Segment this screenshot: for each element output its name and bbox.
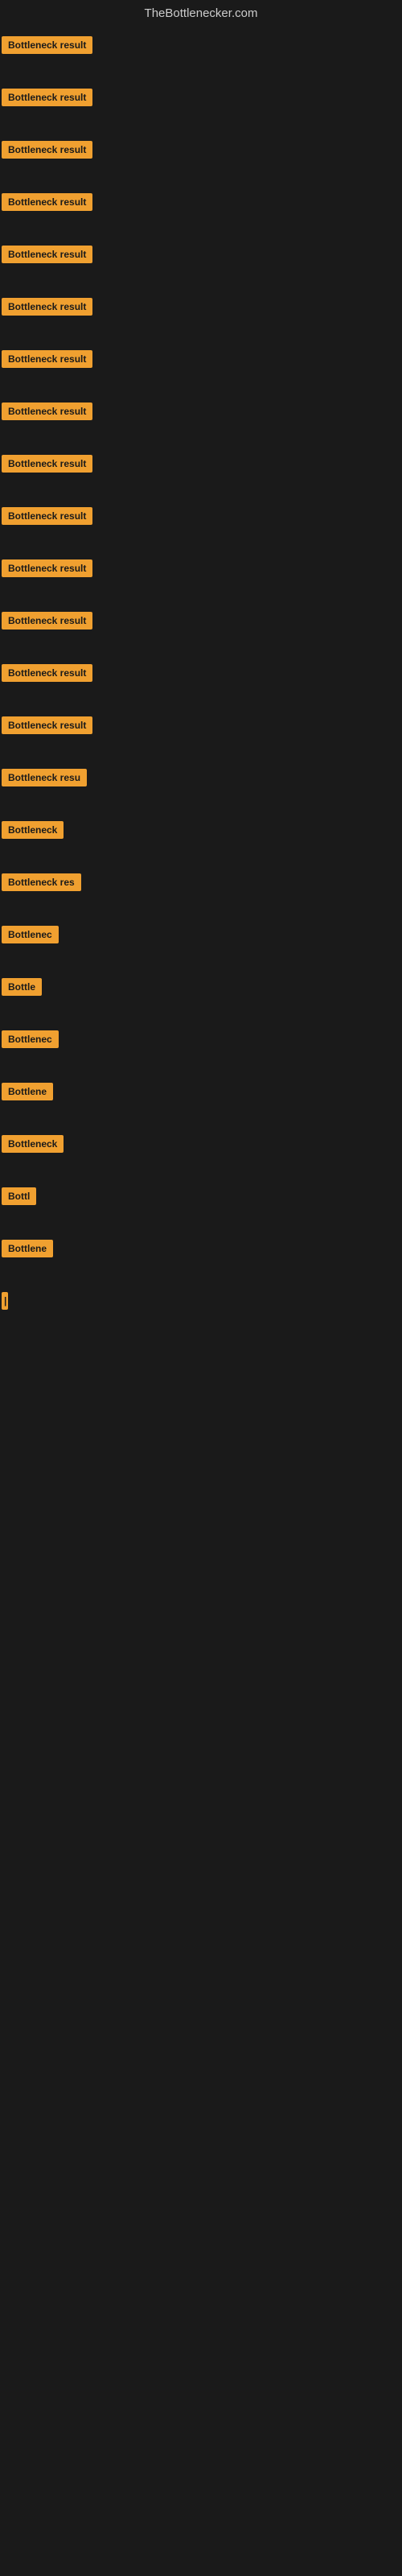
bottleneck-badge[interactable]: Bottleneck: [2, 1135, 64, 1153]
bottleneck-badge[interactable]: Bottleneck result: [2, 89, 92, 106]
bottleneck-item: Bottleneck: [2, 1129, 400, 1181]
bottleneck-item: Bottleneck result: [2, 239, 400, 291]
bottleneck-item: Bottleneck res: [2, 867, 400, 919]
bottleneck-badge[interactable]: Bottleneck result: [2, 455, 92, 473]
bottleneck-item: Bottleneck result: [2, 501, 400, 553]
bottleneck-badge[interactable]: Bottle: [2, 978, 42, 996]
bottleneck-badge[interactable]: Bottleneck resu: [2, 769, 87, 786]
bottleneck-item: Bottleneck result: [2, 605, 400, 658]
bottleneck-badge[interactable]: Bottleneck result: [2, 664, 92, 682]
bottleneck-item: |: [2, 1286, 400, 1338]
bottleneck-item: Bottleneck resu: [2, 762, 400, 815]
bottleneck-badge[interactable]: Bottleneck result: [2, 193, 92, 211]
bottleneck-item: Bottleneck result: [2, 291, 400, 344]
bottleneck-item: Bottleneck result: [2, 187, 400, 239]
bottleneck-item: Bottleneck result: [2, 82, 400, 134]
bottleneck-item: Bottlenec: [2, 1024, 400, 1076]
bottleneck-item: Bottleneck result: [2, 448, 400, 501]
bottleneck-item: Bottl: [2, 1181, 400, 1233]
bottleneck-badge[interactable]: Bottleneck result: [2, 246, 92, 263]
bottleneck-badge[interactable]: Bottlene: [2, 1240, 53, 1257]
bottleneck-item: [2, 1502, 400, 1557]
bottleneck-item: Bottle: [2, 972, 400, 1024]
bottleneck-badge[interactable]: Bottleneck result: [2, 559, 92, 577]
bottleneck-badge[interactable]: |: [2, 1292, 8, 1310]
bottleneck-badge[interactable]: Bottleneck result: [2, 402, 92, 420]
bottleneck-item: [2, 1612, 400, 1715]
site-title: TheBottlenecker.com: [145, 6, 258, 20]
bottleneck-badge[interactable]: Bottleneck result: [2, 36, 92, 54]
bottleneck-badge[interactable]: Bottlenec: [2, 1030, 59, 1048]
bottleneck-item: Bottleneck: [2, 815, 400, 867]
bottleneck-item: Bottleneck result: [2, 396, 400, 448]
bottleneck-item: Bottlene: [2, 1233, 400, 1286]
bottleneck-item: [2, 1393, 400, 1447]
bottleneck-badge[interactable]: Bottleneck: [2, 821, 64, 839]
bottleneck-item: Bottleneck result: [2, 30, 400, 82]
bottleneck-item: [2, 1447, 400, 1502]
bottleneck-badge[interactable]: Bottleneck result: [2, 298, 92, 316]
bottleneck-badge[interactable]: Bottleneck res: [2, 873, 81, 891]
bottleneck-item: Bottleneck result: [2, 134, 400, 187]
bottleneck-badge[interactable]: Bottlene: [2, 1083, 53, 1100]
bottleneck-item: [2, 1557, 400, 1612]
bottleneck-item: Bottleneck result: [2, 344, 400, 396]
bottleneck-badge[interactable]: Bottleneck result: [2, 716, 92, 734]
bottleneck-badge[interactable]: Bottleneck result: [2, 350, 92, 368]
bottleneck-item: Bottlenec: [2, 919, 400, 972]
bottleneck-item: Bottleneck result: [2, 553, 400, 605]
bottleneck-badge[interactable]: Bottleneck result: [2, 612, 92, 630]
bottleneck-item: B: [2, 1818, 400, 1872]
bottleneck-item: Bottleneck result: [2, 710, 400, 762]
bottleneck-badge[interactable]: Bottl: [2, 1187, 36, 1205]
bottleneck-badge[interactable]: Bottlenec: [2, 926, 59, 943]
bottleneck-item: [2, 1338, 400, 1393]
bottleneck-badge[interactable]: Bottleneck result: [2, 507, 92, 525]
bottleneck-item: Bottleneck result: [2, 658, 400, 710]
bottleneck-item: [2, 1715, 400, 1818]
bottleneck-badge[interactable]: Bottleneck result: [2, 141, 92, 159]
bottleneck-item: Bottlene: [2, 1076, 400, 1129]
